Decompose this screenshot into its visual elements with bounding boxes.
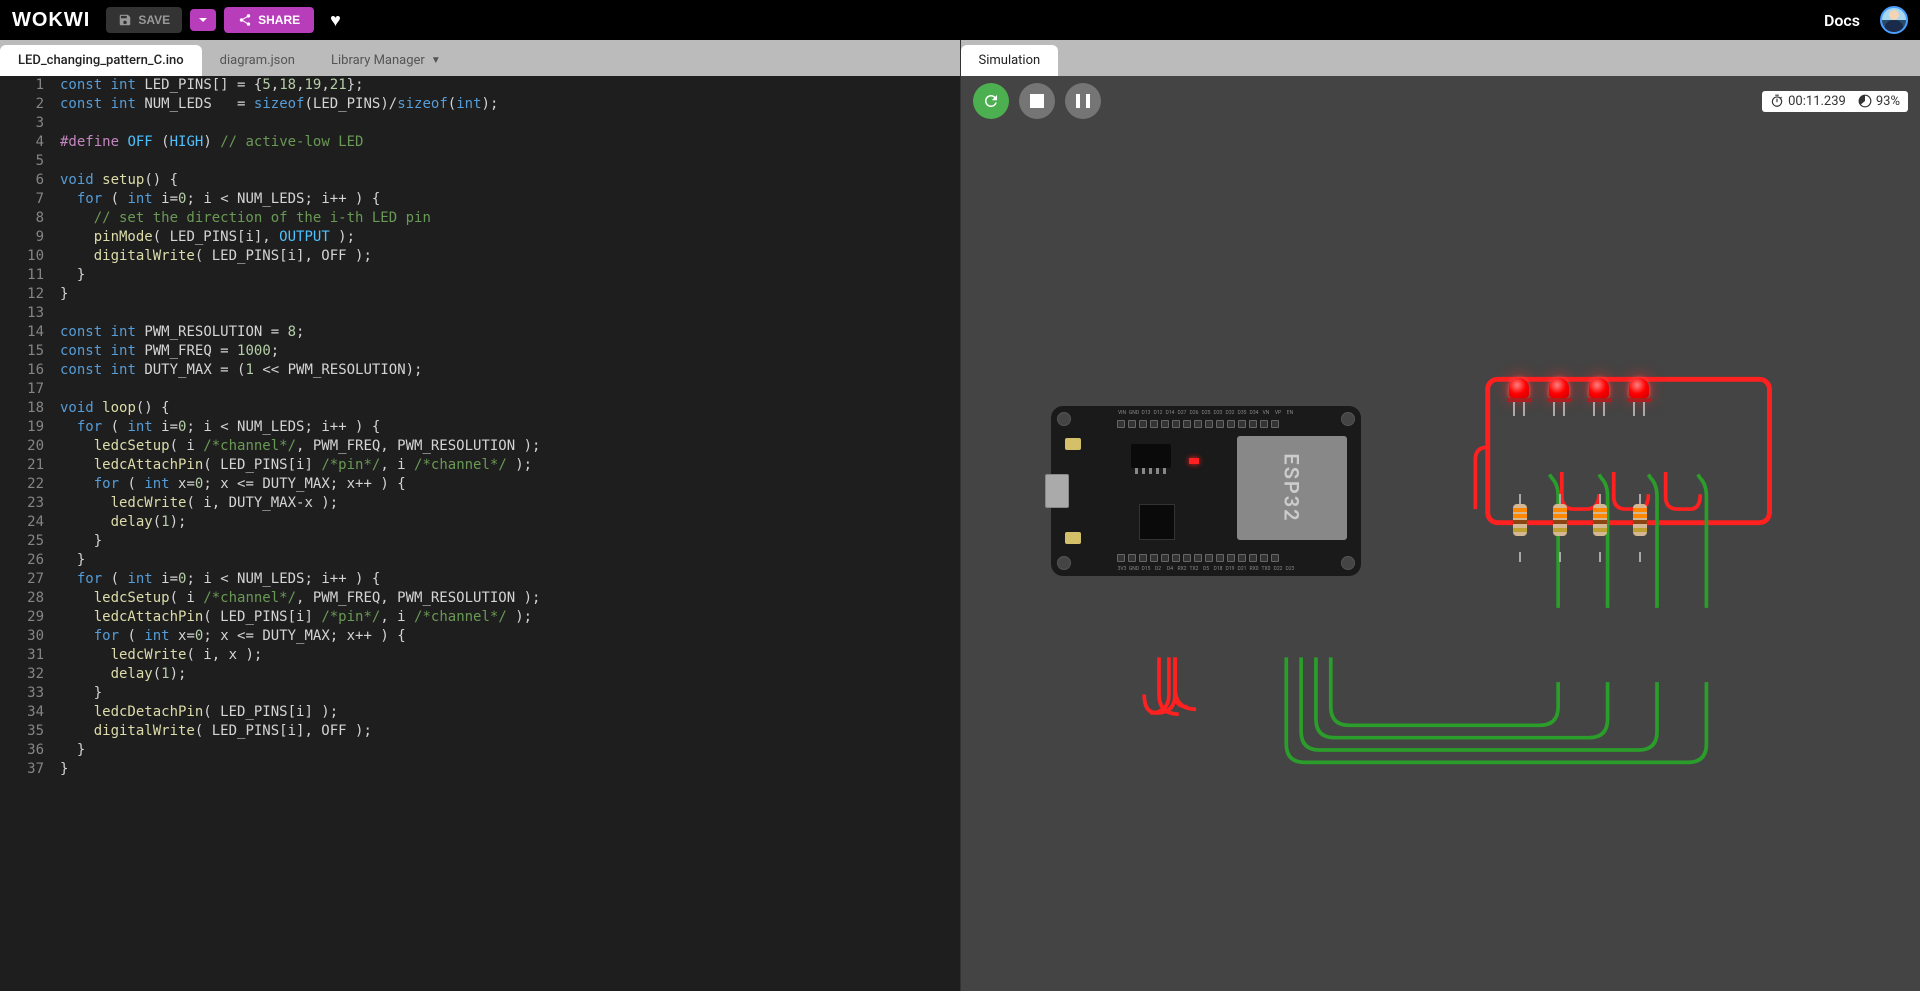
code-line[interactable]: 22 for ( int x=0; x <= DUTY_MAX; x++ ) { bbox=[0, 475, 960, 494]
speedometer-icon bbox=[1858, 94, 1872, 108]
tab-library-label: Library Manager bbox=[331, 53, 425, 68]
chip-label: ESP32 bbox=[1279, 453, 1303, 522]
esp32-chip: ESP32 bbox=[1237, 436, 1347, 540]
stop-icon bbox=[1030, 94, 1044, 108]
code-line[interactable]: 37} bbox=[0, 760, 960, 779]
simulation-tabs: Simulation bbox=[961, 40, 1920, 76]
share-icon bbox=[238, 13, 252, 27]
save-icon bbox=[118, 13, 132, 27]
simulation-status: 00:11.239 93% bbox=[1762, 91, 1908, 112]
code-line[interactable]: 24 delay(1); bbox=[0, 513, 960, 532]
code-line[interactable]: 28 ledcSetup( i /*channel*/, PWM_FREQ, P… bbox=[0, 589, 960, 608]
code-line[interactable]: 3 bbox=[0, 114, 960, 133]
code-line[interactable]: 31 ledcWrite( i, x ); bbox=[0, 646, 960, 665]
stop-button[interactable] bbox=[1019, 83, 1055, 119]
code-line[interactable]: 14const int PWM_RESOLUTION = 8; bbox=[0, 323, 960, 342]
code-line[interactable]: 7 for ( int i=0; i < NUM_LEDS; i++ ) { bbox=[0, 190, 960, 209]
led-2[interactable] bbox=[1549, 378, 1569, 404]
code-line[interactable]: 36 } bbox=[0, 741, 960, 760]
simulation-time: 00:11.239 bbox=[1788, 94, 1846, 109]
simulation-canvas[interactable]: ESP32 VINGNDD13D12D14D27D26D25D33D32D35D… bbox=[961, 126, 1920, 991]
pause-button[interactable] bbox=[1065, 83, 1101, 119]
code-line[interactable]: 16const int DUTY_MAX = (1 << PWM_RESOLUT… bbox=[0, 361, 960, 380]
code-line[interactable]: 26 } bbox=[0, 551, 960, 570]
code-line[interactable]: 15const int PWM_FREQ = 1000; bbox=[0, 342, 960, 361]
docs-link[interactable]: Docs bbox=[1824, 11, 1860, 30]
code-line[interactable]: 27 for ( int i=0; i < NUM_LEDS; i++ ) { bbox=[0, 570, 960, 589]
led-3[interactable] bbox=[1589, 378, 1609, 404]
editor-panel: LED_changing_pattern_C.ino diagram.json … bbox=[0, 40, 961, 991]
code-line[interactable]: 19 for ( int i=0; i < NUM_LEDS; i++ ) { bbox=[0, 418, 960, 437]
power-led bbox=[1189, 458, 1199, 464]
tab-library-manager[interactable]: Library Manager ▼ bbox=[313, 45, 459, 76]
resistor-1[interactable] bbox=[1513, 504, 1527, 552]
voltage-regulator bbox=[1131, 444, 1171, 468]
simulation-perf: 93% bbox=[1876, 94, 1900, 109]
topbar: WOKWI SAVE SHARE ♥ Docs bbox=[0, 0, 1920, 40]
restart-button[interactable] bbox=[973, 83, 1009, 119]
tab-simulation[interactable]: Simulation bbox=[961, 45, 1059, 76]
code-line[interactable]: 10 digitalWrite( LED_PINS[i], OFF ); bbox=[0, 247, 960, 266]
user-avatar[interactable] bbox=[1880, 6, 1908, 34]
code-editor[interactable]: 1const int LED_PINS[] = {5,18,19,21};2co… bbox=[0, 76, 960, 991]
resistor-2[interactable] bbox=[1553, 504, 1567, 552]
code-line[interactable]: 34 ledcDetachPin( LED_PINS[i] ); bbox=[0, 703, 960, 722]
code-line[interactable]: 5 bbox=[0, 152, 960, 171]
tab-sketch[interactable]: LED_changing_pattern_C.ino bbox=[0, 45, 202, 76]
usb-port bbox=[1045, 474, 1069, 508]
stopwatch-icon bbox=[1770, 94, 1784, 108]
editor-tabs: LED_changing_pattern_C.ino diagram.json … bbox=[0, 40, 960, 76]
save-label: SAVE bbox=[138, 13, 170, 27]
resistor-3[interactable] bbox=[1593, 504, 1607, 552]
code-line[interactable]: 2const int NUM_LEDS = sizeof(LED_PINS)/s… bbox=[0, 95, 960, 114]
code-line[interactable]: 6void setup() { bbox=[0, 171, 960, 190]
code-line[interactable]: 17 bbox=[0, 380, 960, 399]
restart-icon bbox=[982, 92, 1000, 110]
logo[interactable]: WOKWI bbox=[12, 9, 90, 32]
code-line[interactable]: 33 } bbox=[0, 684, 960, 703]
chevron-down-icon: ▼ bbox=[431, 55, 441, 66]
board-button-en[interactable] bbox=[1065, 438, 1081, 450]
code-line[interactable]: 4#define OFF (HIGH) // active-low LED bbox=[0, 133, 960, 152]
share-label: SHARE bbox=[258, 13, 300, 27]
code-line[interactable]: 35 digitalWrite( LED_PINS[i], OFF ); bbox=[0, 722, 960, 741]
code-line[interactable]: 9 pinMode( LED_PINS[i], OUTPUT ); bbox=[0, 228, 960, 247]
code-line[interactable]: 1const int LED_PINS[] = {5,18,19,21}; bbox=[0, 76, 960, 95]
board-button-boot[interactable] bbox=[1065, 532, 1081, 544]
share-button[interactable]: SHARE bbox=[224, 7, 314, 33]
save-button[interactable]: SAVE bbox=[106, 7, 182, 33]
code-line[interactable]: 21 ledcAttachPin( LED_PINS[i] /*pin*/, i… bbox=[0, 456, 960, 475]
chevron-down-icon bbox=[198, 15, 208, 25]
tab-diagram[interactable]: diagram.json bbox=[202, 45, 313, 76]
simulation-panel: Simulation 00:11.239 93% bbox=[961, 40, 1920, 991]
led-1[interactable] bbox=[1509, 378, 1529, 404]
code-line[interactable]: 25 } bbox=[0, 532, 960, 551]
pause-icon bbox=[1076, 94, 1090, 108]
favorite-button[interactable]: ♥ bbox=[330, 10, 341, 31]
esp32-board[interactable]: ESP32 VINGNDD13D12D14D27D26D25D33D32D35D… bbox=[1051, 406, 1361, 576]
code-line[interactable]: 32 delay(1); bbox=[0, 665, 960, 684]
resistor-4[interactable] bbox=[1633, 504, 1647, 552]
code-line[interactable]: 11 } bbox=[0, 266, 960, 285]
code-line[interactable]: 23 ledcWrite( i, DUTY_MAX-x ); bbox=[0, 494, 960, 513]
code-line[interactable]: 20 ledcSetup( i /*channel*/, PWM_FREQ, P… bbox=[0, 437, 960, 456]
simulation-toolbar: 00:11.239 93% bbox=[961, 76, 1920, 126]
save-dropdown-button[interactable] bbox=[190, 9, 216, 31]
code-line[interactable]: 12} bbox=[0, 285, 960, 304]
code-line[interactable]: 8 // set the direction of the i-th LED p… bbox=[0, 209, 960, 228]
code-line[interactable]: 13 bbox=[0, 304, 960, 323]
led-4[interactable] bbox=[1629, 378, 1649, 404]
code-line[interactable]: 18void loop() { bbox=[0, 399, 960, 418]
code-line[interactable]: 30 for ( int x=0; x <= DUTY_MAX; x++ ) { bbox=[0, 627, 960, 646]
usb-chip bbox=[1139, 504, 1175, 540]
code-line[interactable]: 29 ledcAttachPin( LED_PINS[i] /*pin*/, i… bbox=[0, 608, 960, 627]
